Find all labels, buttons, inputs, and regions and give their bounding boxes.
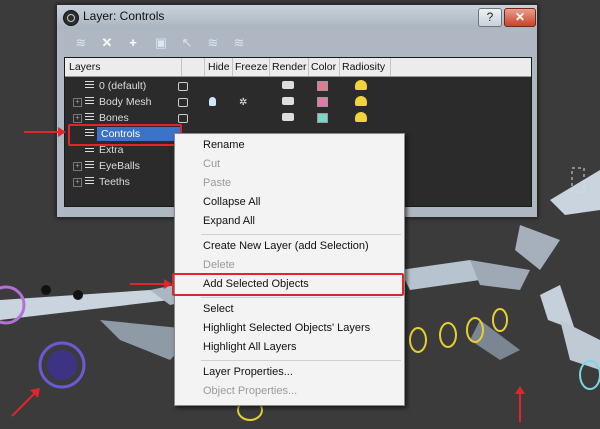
annotation-arrow-up-icon <box>515 386 525 422</box>
layer-icon <box>85 97 94 107</box>
col-color[interactable]: Color <box>308 58 340 76</box>
radiosity-icon[interactable] <box>355 96 367 106</box>
add-icon[interactable]: + <box>124 34 142 52</box>
expand-icon[interactable]: + <box>73 98 82 107</box>
toolbar: ≋ ✕ + ▣ ↖ ≋ ≋ <box>64 32 529 54</box>
layer-row[interactable]: 0 (default) <box>65 78 531 94</box>
menu-item-expand-all[interactable]: Expand All <box>177 212 402 231</box>
col-radiosity[interactable]: Radiosity <box>339 58 391 76</box>
layer-icon <box>85 113 94 123</box>
hide-all-icon[interactable]: ≋ <box>204 34 222 52</box>
layer-row[interactable]: + Body Mesh ✲ <box>65 94 531 110</box>
col-render[interactable]: Render <box>269 58 309 76</box>
layer-name: Body Mesh <box>99 96 152 108</box>
snowflake-icon[interactable]: ✲ <box>239 97 247 108</box>
select-objects-icon[interactable]: ▣ <box>152 34 170 52</box>
menu-separator <box>201 234 401 235</box>
menu-item-cut[interactable]: Cut <box>177 155 402 174</box>
hide-toggle[interactable] <box>178 114 188 123</box>
col-hide-spacer <box>182 58 205 76</box>
col-layers[interactable]: Layers <box>65 58 182 76</box>
annotation-arrow-diagonal-icon <box>11 388 40 417</box>
expand-icon[interactable]: + <box>73 178 82 187</box>
render-toggle[interactable] <box>282 81 294 89</box>
layer-name: Teeths <box>99 176 130 188</box>
layer-icon <box>85 81 94 91</box>
menu-item-object-properties[interactable]: Object Properties... <box>177 382 402 401</box>
expand-icon[interactable]: + <box>73 162 82 171</box>
render-toggle[interactable] <box>282 97 294 105</box>
col-hide[interactable]: Hide <box>205 58 233 76</box>
layer-name: EyeBalls <box>99 160 140 172</box>
context-menu: Rename Cut Paste Collapse All Expand All… <box>174 133 405 406</box>
help-button[interactable]: ? <box>478 8 502 27</box>
menu-item-highlight-selected[interactable]: Highlight Selected Objects' Layers <box>177 319 402 338</box>
annotation-arrow-right-icon <box>24 127 66 137</box>
new-layer-icon[interactable]: ≋ <box>72 34 90 52</box>
lightbulb-icon[interactable] <box>209 97 216 106</box>
expand-icon[interactable]: + <box>73 114 82 123</box>
radiosity-icon[interactable] <box>355 112 367 122</box>
menu-item-select[interactable]: Select <box>177 300 402 319</box>
layer-icon <box>85 177 94 187</box>
menu-separator <box>201 360 401 361</box>
highlight-icon[interactable]: ↖ <box>178 34 196 52</box>
layer-name: 0 (default) <box>99 80 147 92</box>
annotation-box-controls <box>68 124 182 146</box>
menu-item-create-new-layer[interactable]: Create New Layer (add Selection) <box>177 237 402 256</box>
column-headers: Layers Hide Freeze Render Color Radiosit… <box>65 58 531 77</box>
close-button[interactable]: ✕ <box>504 8 536 27</box>
menu-item-collapse-all[interactable]: Collapse All <box>177 193 402 212</box>
color-swatch[interactable] <box>317 81 328 91</box>
hide-toggle[interactable] <box>178 82 188 91</box>
menu-item-layer-properties[interactable]: Layer Properties... <box>177 363 402 382</box>
menu-separator <box>201 297 401 298</box>
annotation-box-add-selected <box>172 273 404 296</box>
layer-icon <box>85 145 94 155</box>
radiosity-icon[interactable] <box>355 80 367 90</box>
color-swatch[interactable] <box>317 97 328 107</box>
annotation-arrow-right-icon <box>130 279 172 289</box>
freeze-all-icon[interactable]: ≋ <box>230 34 248 52</box>
col-freeze[interactable]: Freeze <box>232 58 270 76</box>
title-bar[interactable]: Layer: Controls ? ✕ <box>57 5 537 29</box>
render-toggle[interactable] <box>282 113 294 121</box>
layer-icon <box>85 161 94 171</box>
menu-item-highlight-all[interactable]: Highlight All Layers <box>177 338 402 357</box>
window-title: Layer: Controls <box>83 9 165 23</box>
layer-name: Bones <box>99 112 129 124</box>
delete-icon[interactable]: ✕ <box>98 34 116 52</box>
app-logo-icon <box>63 10 79 26</box>
color-swatch[interactable] <box>317 113 328 123</box>
menu-item-paste[interactable]: Paste <box>177 174 402 193</box>
menu-item-rename[interactable]: Rename <box>177 136 402 155</box>
hide-toggle[interactable] <box>178 98 188 107</box>
